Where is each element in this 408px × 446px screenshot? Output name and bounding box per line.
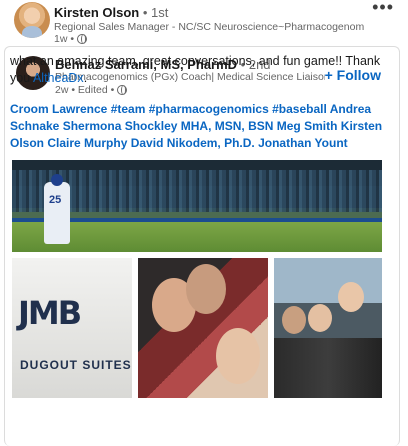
- person-face: [186, 264, 226, 314]
- mention-link[interactable]: Shermona Shockley MHA, MSN, BSN: [63, 119, 274, 133]
- author-avatar[interactable]: [14, 2, 50, 38]
- post-timestamp: 1w •: [54, 33, 88, 45]
- globe-icon: [77, 34, 88, 44]
- stadium-photo[interactable]: 25: [12, 160, 382, 252]
- hashtag-link[interactable]: #pharmacogenomics: [149, 102, 269, 116]
- person-face: [216, 328, 260, 384]
- post-text-end: .: [83, 71, 88, 85]
- more-options-button[interactable]: •••: [372, 0, 394, 16]
- mention-link[interactable]: Claire Murphy: [47, 136, 127, 150]
- baseball-player: [44, 174, 70, 244]
- post-time-text: 1w •: [54, 33, 75, 45]
- althea-link[interactable]: AltheaDx: [33, 71, 84, 85]
- author-name-text[interactable]: Kirsten Olson: [54, 5, 139, 20]
- person-face: [308, 304, 332, 332]
- hashtag-link[interactable]: #team: [111, 102, 146, 116]
- jersey-number: 25: [49, 194, 62, 206]
- mention-link[interactable]: Croom Lawrence: [10, 102, 107, 116]
- group-selfie-photo[interactable]: [138, 258, 268, 398]
- group-bodies: [274, 338, 382, 398]
- author-headline: Regional Sales Manager - NC/SC Neuroscie…: [54, 21, 364, 33]
- connection-degree: • 1st: [139, 5, 169, 20]
- dugout-sign-photo[interactable]: JMB DUGOUT SUITES: [12, 258, 132, 398]
- mention-link[interactable]: Meg Smith: [277, 119, 338, 133]
- hashtag-link[interactable]: #baseball: [272, 102, 327, 116]
- post-tags: Croom Lawrence #team #pharmacogenomics #…: [10, 101, 394, 152]
- sign-logo: JMB: [18, 294, 82, 332]
- mention-link[interactable]: David Nikodem, Ph.D.: [131, 136, 255, 150]
- person-face: [338, 282, 364, 312]
- outer-post-header: Kirsten Olson • 1st Regional Sales Manag…: [0, 0, 408, 46]
- group-photo[interactable]: [274, 258, 382, 398]
- sign-text: DUGOUT SUITES: [20, 358, 132, 372]
- post-body-text: what an amazing team, great conversation…: [10, 53, 390, 87]
- person-face: [282, 306, 306, 334]
- author-name[interactable]: Kirsten Olson • 1st: [54, 5, 168, 20]
- mention-link[interactable]: Jonathan Yount: [258, 136, 348, 150]
